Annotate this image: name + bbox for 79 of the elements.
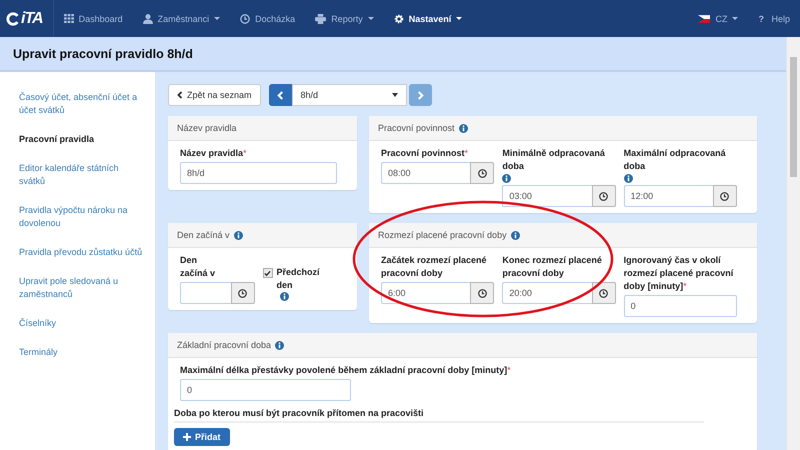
text-field[interactable]: 0 [180, 379, 351, 401]
clock-button[interactable] [592, 282, 616, 304]
nav-item[interactable]: Reporty [305, 0, 384, 37]
sidebar-link[interactable]: Upravit pole sledovaná u zaměstnanců [19, 275, 143, 301]
nav-item[interactable]: Docházka [230, 0, 306, 37]
clock-button[interactable] [592, 185, 616, 207]
previous-button[interactable] [268, 84, 292, 106]
info-icon [280, 292, 288, 301]
time-field[interactable] [180, 282, 230, 304]
sidebar-link[interactable]: Terminály [19, 346, 143, 359]
info-icon [275, 340, 284, 350]
help-link[interactable]: ? Help [748, 0, 800, 37]
clock-icon [238, 288, 247, 298]
clock-button[interactable] [230, 282, 254, 304]
logo-ring-icon [6, 12, 20, 26]
field-label: Minimálně odpracovaná doba [502, 148, 605, 171]
sidebar-link[interactable]: Časový účet, absenční účet a účet svátků [19, 91, 143, 117]
user-icon [142, 14, 153, 24]
panel-title: Základní pracovní doba [177, 340, 272, 350]
gear-icon [394, 14, 404, 24]
field-label: Ignorovaný čas v okolí rozmezí placené pracovní doby [minuty]* [624, 255, 734, 291]
clock-button[interactable] [470, 162, 494, 184]
time-field[interactable]: 6:00 [381, 282, 470, 304]
field-label: Maximální délka přestávky povolené během základní pracovní doby [minuty]* [180, 365, 511, 375]
clock-icon [599, 192, 608, 200]
checkbox-label: Předchozí den [276, 266, 321, 292]
grid-icon [64, 14, 74, 23]
field-label: Den začíná v [180, 255, 216, 278]
nav-item[interactable]: Dashboard [54, 0, 133, 37]
language-dropdown[interactable]: CZ [688, 0, 748, 37]
checkbox[interactable] [262, 268, 272, 278]
sidebar-link[interactable]: Pravidla převodu zůstatku účtů [19, 246, 143, 259]
clock-icon [240, 14, 250, 24]
clock-icon [478, 168, 487, 178]
add-button[interactable]: Přidat [174, 428, 230, 446]
chevron-left-icon [276, 90, 284, 100]
clock-icon [599, 288, 608, 298]
panel-title: Den začíná v [177, 230, 230, 240]
field-label: Maximální odpracovaná doba [624, 148, 726, 171]
rule-select[interactable]: 8h/d [292, 84, 407, 106]
sidebar-link[interactable]: Pracovní pravidla [19, 133, 143, 146]
time-field[interactable]: 12:00 [624, 185, 713, 207]
panel-title: Pracovní povinnost [378, 123, 455, 133]
clock-button[interactable] [712, 185, 737, 207]
sidebar-link[interactable]: Pravidla výpočtu nároku na dovolenou [19, 204, 143, 230]
plus-icon [183, 433, 191, 441]
text-field[interactable]: 0 [624, 295, 737, 317]
info-icon [234, 230, 243, 240]
field-label: Konec rozmezí placené pracovní doby [502, 255, 602, 278]
logo-text: iTA [21, 10, 43, 28]
field-label: Pracovní povinnost* [381, 148, 468, 158]
clock-icon [478, 288, 487, 298]
info-icon [458, 124, 468, 132]
panel-title: Název pravidla [177, 123, 237, 133]
info-icon [624, 174, 633, 183]
time-field[interactable]: 08:00 [381, 162, 470, 184]
clock-button[interactable] [470, 282, 494, 304]
back-button[interactable]: Zpět na seznam [168, 84, 261, 106]
nav-item[interactable]: Zaměstnanci [132, 0, 230, 37]
time-field[interactable]: 20:00 [502, 282, 592, 304]
field-label: Začátek rozmezí placené pracovní doby [381, 255, 487, 278]
text-field[interactable]: 8h/d [180, 162, 337, 184]
section-heading: Doba po kterou musí být pracovník přítomen na pracovišti [174, 408, 704, 423]
panel-title: Rozmezí placené pracovní doby [378, 230, 507, 240]
chevron-left-icon [177, 91, 183, 99]
page-title: Upravit pracovní pravidlo 8h/d [13, 46, 193, 60]
scrollbar[interactable] [786, 37, 800, 450]
printer-icon [315, 14, 326, 24]
nav-item[interactable]: Nastavení [384, 0, 472, 37]
field-label: Název pravidla* [180, 148, 247, 158]
flag-icon [698, 14, 710, 22]
sidebar-link[interactable]: Editor kalendáře státních svátků [19, 162, 143, 188]
time-field[interactable]: 03:00 [502, 185, 592, 207]
info-icon [502, 174, 512, 183]
sidebar-link[interactable]: Číselníky [19, 317, 143, 330]
dropdown-arrow-icon [392, 93, 398, 97]
info-icon [510, 230, 520, 240]
clock-icon [720, 192, 730, 200]
chevron-right-icon [416, 90, 424, 100]
